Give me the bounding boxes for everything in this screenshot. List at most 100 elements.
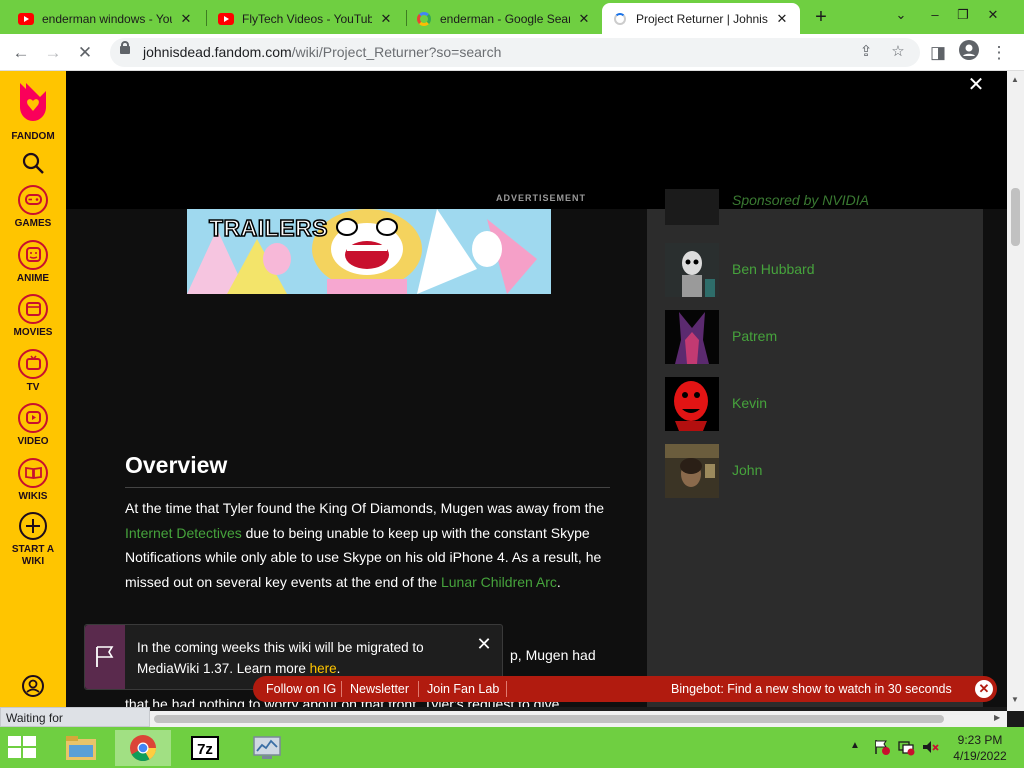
- taskbar-system-monitor[interactable]: [239, 730, 295, 766]
- rail-item-video[interactable]: VIDEO: [0, 403, 66, 448]
- clock-time: 9:23 PM: [957, 733, 1003, 747]
- follow-on-ig-link[interactable]: Follow on IG: [266, 682, 336, 696]
- clock-date: 4/19/2022: [953, 749, 1007, 763]
- rail-item-label: START A WIKI: [11, 544, 55, 567]
- youtube-icon: [218, 11, 234, 27]
- heading-divider: [125, 487, 610, 488]
- sidebar-item-john[interactable]: John: [665, 444, 965, 498]
- windows-taskbar: 7z ▲ 9:23 PM 4/19/2022: [0, 727, 1024, 768]
- taskbar-7zip[interactable]: 7z: [177, 730, 233, 766]
- taskbar-chrome[interactable]: [115, 730, 171, 766]
- stop-loading-button[interactable]: ✕: [72, 40, 98, 66]
- side-panel-icon[interactable]: ◨: [925, 40, 951, 66]
- tab-google-search[interactable]: enderman - Google Sear ✕: [406, 3, 602, 34]
- join-fan-lab-link[interactable]: Join Fan Lab: [427, 682, 499, 696]
- fandom-logo[interactable]: FANDOM: [0, 79, 66, 143]
- notification-text: In the coming weeks this wiki will be mi…: [137, 637, 477, 679]
- sponsored-row[interactable]: Sponsored by NVIDIA: [665, 189, 965, 225]
- user-icon: [22, 675, 44, 697]
- tab-flytech-videos[interactable]: FlyTech Videos - YouTube ✕: [208, 3, 404, 34]
- bookmark-star-icon[interactable]: ☆: [888, 42, 908, 62]
- scroll-up-arrow-icon[interactable]: ▲: [1011, 75, 1019, 84]
- address-bar[interactable]: johnisdead.fandom.com/wiki/Project_Retur…: [110, 38, 920, 67]
- tv-icon: [18, 349, 48, 379]
- show-hidden-icons-icon[interactable]: ▲: [850, 740, 860, 751]
- tab-title: Project Returner | Johnis: [636, 11, 768, 26]
- rail-search[interactable]: [0, 151, 66, 180]
- kevin-thumbnail: [665, 377, 719, 431]
- share-icon[interactable]: ⇪: [856, 42, 876, 62]
- sidebar-item-kevin[interactable]: Kevin: [665, 377, 965, 431]
- network-icon[interactable]: [897, 738, 915, 761]
- close-tab-icon[interactable]: ✕: [378, 11, 394, 27]
- vertical-scrollbar[interactable]: ▲ ▼: [1007, 71, 1024, 711]
- tab-title: enderman windows - You: [42, 11, 172, 26]
- close-notification-icon[interactable]: ✕: [475, 635, 493, 653]
- tab-enderman-windows[interactable]: enderman windows - You ✕: [8, 3, 204, 34]
- close-tab-icon[interactable]: ✕: [576, 11, 592, 27]
- close-promo-icon[interactable]: ✕: [975, 680, 993, 698]
- rail-item-wikis[interactable]: WIKIS: [0, 458, 66, 503]
- sidebar-item-patrem[interactable]: Patrem: [665, 310, 965, 364]
- action-center-flag-icon[interactable]: [873, 738, 891, 761]
- rail-item-label: GAMES: [14, 218, 52, 229]
- back-button[interactable]: ←: [8, 40, 34, 66]
- rail-user-account[interactable]: [0, 674, 66, 703]
- new-tab-button[interactable]: +: [810, 6, 832, 28]
- rail-item-start-a-wiki[interactable]: START A WIKI: [0, 511, 66, 568]
- tab-title: FlyTech Videos - YouTube: [242, 11, 372, 26]
- windows-logo-pane: [8, 748, 21, 758]
- close-tab-icon[interactable]: ✕: [774, 11, 790, 27]
- volume-muted-icon[interactable]: [921, 738, 939, 761]
- tab-project-returner[interactable]: Project Returner | Johnis ✕: [602, 3, 800, 34]
- chrome-menu-icon[interactable]: ⋮: [986, 40, 1012, 66]
- folder-icon: [66, 736, 96, 760]
- john-thumbnail: [665, 444, 719, 498]
- scroll-right-arrow-icon[interactable]: ▶: [994, 713, 1000, 722]
- rail-item-tv[interactable]: TV: [0, 349, 66, 394]
- notification-message: In the coming weeks this wiki will be mi…: [137, 640, 424, 676]
- wiki-page: ✕ ADVERTISEMENT TRAILERS Overview At the…: [66, 71, 1007, 707]
- monitor-icon: [253, 736, 281, 759]
- taskbar-file-explorer[interactable]: [53, 730, 109, 766]
- loading-icon: [612, 11, 628, 27]
- close-window-button[interactable]: ✕: [976, 2, 1010, 28]
- windows-start-button[interactable]: [8, 736, 38, 760]
- system-clock[interactable]: 9:23 PM 4/19/2022: [944, 732, 1016, 764]
- tab-title: enderman - Google Sear: [440, 11, 570, 26]
- url-text[interactable]: johnisdead.fandom.com/wiki/Project_Retur…: [143, 44, 501, 60]
- tab-search-chevron-icon[interactable]: ⌄: [884, 2, 918, 28]
- rail-item-movies[interactable]: MOVIES: [0, 294, 66, 339]
- scrollbar-thumb[interactable]: [154, 715, 944, 723]
- scrollbar-thumb[interactable]: [1011, 188, 1020, 246]
- rail-item-games[interactable]: GAMES: [0, 185, 66, 230]
- ad-banner[interactable]: TRAILERS: [187, 209, 551, 294]
- tab-separator: [206, 10, 207, 26]
- scroll-down-arrow-icon[interactable]: ▼: [1011, 695, 1019, 704]
- lock-icon[interactable]: [120, 41, 130, 54]
- ben-hubbard-thumbnail: [665, 243, 719, 297]
- link-lunar-children-arc[interactable]: Lunar Children Arc: [441, 574, 557, 590]
- restore-button[interactable]: ❐: [946, 2, 980, 28]
- horizontal-scrollbar[interactable]: ▶: [146, 711, 1007, 727]
- newsletter-link[interactable]: Newsletter: [350, 682, 409, 696]
- right-rail-sidebar: Sponsored by NVIDIA Ben Hubbard Patrem K…: [647, 189, 983, 707]
- svg-text:7z: 7z: [197, 741, 213, 758]
- sponsored-text: Sponsored by NVIDIA: [732, 192, 869, 208]
- paragraph-text: At the time that Tyler found the King Of…: [125, 500, 605, 516]
- notification-message: .: [336, 661, 341, 676]
- section-heading-overview: Overview: [125, 452, 228, 478]
- bingebot-promo-link[interactable]: Bingebot: Find a new show to watch in 30…: [671, 682, 952, 696]
- windows-logo-pane: [8, 736, 21, 746]
- forward-button[interactable]: →: [40, 40, 66, 66]
- close-ad-overlay-icon[interactable]: ✕: [965, 74, 987, 96]
- clapper-icon: [18, 294, 48, 324]
- browser-toolbar: ← → ✕ johnisdead.fandom.com/wiki/Project…: [0, 34, 1024, 71]
- link-internet-detectives[interactable]: Internet Detectives: [125, 525, 242, 541]
- close-tab-icon[interactable]: ✕: [178, 11, 194, 27]
- learn-more-link[interactable]: here: [310, 661, 337, 676]
- profile-avatar-icon[interactable]: [956, 40, 982, 66]
- sidebar-item-ben-hubbard[interactable]: Ben Hubbard: [665, 243, 965, 297]
- rail-item-label: WIKIS: [18, 491, 48, 502]
- rail-item-anime[interactable]: ANIME: [0, 240, 66, 285]
